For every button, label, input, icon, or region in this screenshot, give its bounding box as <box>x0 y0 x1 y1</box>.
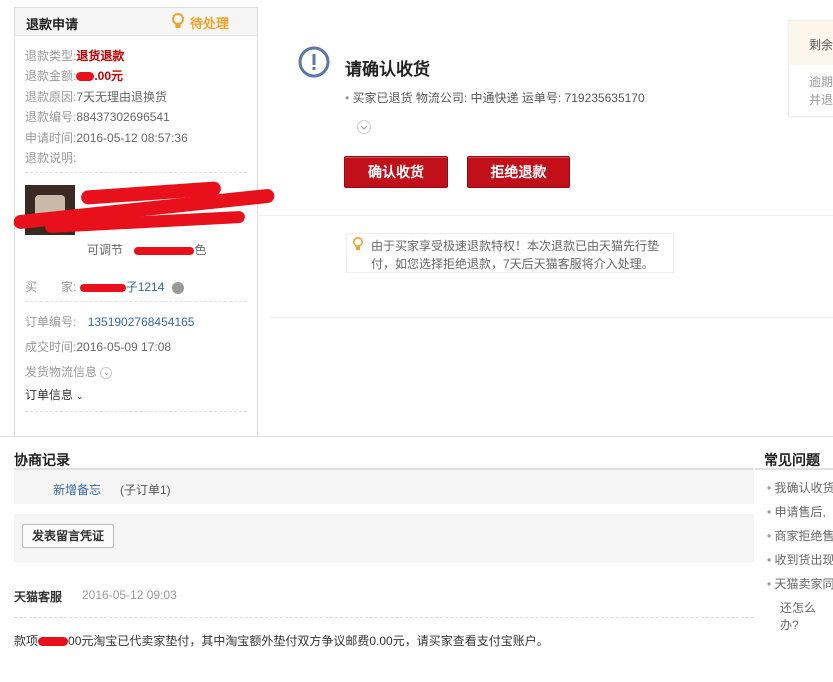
bullet: • <box>345 91 353 105</box>
refund-amount-row: 退款金额: .00元 <box>25 67 123 84</box>
order-number-row: 订单编号: 1351902768454165 <box>25 313 194 330</box>
status-text: 待处理 <box>190 16 230 31</box>
section-divider <box>0 436 833 437</box>
post-message-area: 发表留言凭证 <box>14 514 754 562</box>
refund-type-value: 退货退款 <box>76 49 125 63</box>
logistics-toggle[interactable]: 发货物流信息 ⌄ <box>25 363 113 380</box>
refund-number-row: 退款编号:88437302696541 <box>25 108 170 125</box>
deal-time-value: 2016-05-09 17:08 <box>76 340 172 354</box>
refund-reason-row: 退款原因:7天无理由退换货 <box>25 88 167 105</box>
faq-item[interactable]: 天猫卖家同 <box>767 575 833 592</box>
label: 退款原因: <box>25 90 77 104</box>
refund-amount-value: .00元 <box>94 69 124 83</box>
option-label: 可调节 <box>87 243 124 257</box>
message-prefix: 款项 <box>14 634 39 648</box>
divider <box>25 172 247 173</box>
order-info-toggle[interactable]: 订单信息 ⌄ <box>25 386 84 403</box>
memo-row: 新增备忘 (子订单1) <box>14 470 754 504</box>
refund-type-row: 退款类型:退货退款 <box>25 47 124 64</box>
status-badge: 待处理 <box>172 13 230 32</box>
logistics-label[interactable]: 发货物流信息 <box>25 365 97 379</box>
faq-item[interactable]: 还怎么办? <box>780 599 833 633</box>
product-option: 可调节 色 <box>87 241 206 258</box>
label: 订单编号: <box>25 315 77 329</box>
countdown-note: 逾期 <box>809 75 833 89</box>
label: 买 家: <box>25 280 77 294</box>
refund-desc-row: 退款说明: <box>25 149 76 166</box>
message-body: 款项 00元淘宝已代卖家垫付，其中淘宝额外垫付双方争议邮费0.00元，请买家查看支… <box>14 632 549 649</box>
label: 退款类型: <box>25 49 77 63</box>
tip-text: 由于买家享受极速退款特权！本次退款已由天猫先行垫付，如您选择拒绝退款，7天后天猫… <box>371 239 660 271</box>
redaction <box>79 283 126 292</box>
countdown-label: 剩余 <box>809 38 833 52</box>
shipping-info: • 买家已退货 物流公司: 中通快递 运单号: 719235635170 <box>345 89 645 106</box>
divider <box>258 215 833 216</box>
panel-title: 退款申请 <box>26 17 79 32</box>
message-time: 2016-05-12 09:03 <box>82 588 177 602</box>
faq-item[interactable]: 商家拒绝售 <box>767 527 833 544</box>
refund-reason-value: 7天无理由退换货 <box>76 90 168 104</box>
negotiation-title: 协商记录 <box>14 452 70 468</box>
add-memo-link[interactable]: 新增备忘 <box>53 481 101 498</box>
divider <box>755 468 833 470</box>
option-value: 色 <box>194 243 207 257</box>
countdown-note: 并退 <box>809 93 833 107</box>
memo-suborder: (子订单1) <box>120 483 171 497</box>
exclamation-icon <box>298 46 330 78</box>
reject-refund-button[interactable]: 拒绝退款 <box>467 156 570 188</box>
label: 退款编号: <box>25 110 77 124</box>
shipping-text: 买家已退货 物流公司: 中通快递 运单号: 719235635170 <box>352 91 645 105</box>
message-author: 天猫客服 <box>14 590 63 604</box>
divider <box>25 411 247 412</box>
redaction <box>134 246 195 255</box>
panel-header: 退款申请 待处理 <box>15 8 257 36</box>
buyer-row: 买 家: 子1214 <box>25 278 184 295</box>
label: 成交时间: <box>25 340 77 354</box>
label: 退款金额: <box>25 69 77 83</box>
order-info-label[interactable]: 订单信息 <box>25 388 73 402</box>
confirm-receipt-button[interactable]: 确认收货 <box>344 156 448 188</box>
refund-summary-panel: 退款申请 待处理 退款类型:退货退款 退款金额: .00元 退款原因:7天无理由退… <box>12 7 276 437</box>
label: 申请时间: <box>25 131 77 145</box>
lightbulb-icon <box>172 13 184 28</box>
faq-title: 常见问题 <box>764 452 820 468</box>
faq-item[interactable]: 申请售后, <box>767 503 826 520</box>
chevron-down-icon[interactable]: ⌄ <box>100 366 113 379</box>
countdown-header: 剩余 <box>789 21 833 65</box>
chevron-down-icon[interactable]: ⌄ <box>76 391 84 401</box>
message-text: 00元淘宝已代卖家垫付，其中淘宝额外垫付双方争议邮费0.00元，请买家查看支付宝… <box>68 634 549 648</box>
apply-time-value: 2016-05-12 08:57:36 <box>76 131 188 145</box>
redaction <box>76 72 95 82</box>
order-number-link[interactable]: 1351902768454165 <box>88 315 195 329</box>
chevron-down-icon[interactable] <box>357 120 371 134</box>
post-evidence-button[interactable]: 发表留言凭证 <box>22 524 115 548</box>
faq-item[interactable]: 我确认收货 <box>767 479 833 496</box>
buyer-name-link[interactable]: 子1214 <box>126 280 165 294</box>
label: 退款说明: <box>25 151 77 165</box>
divider <box>14 617 754 618</box>
divider <box>25 301 247 302</box>
redaction <box>38 637 69 647</box>
lightbulb-icon <box>353 237 363 250</box>
page-title: 请确认收货 <box>345 60 430 79</box>
refund-number-value: 88437302696541 <box>76 110 170 124</box>
divider <box>270 317 833 318</box>
tip-box: 由于买家享受极速退款特权！本次退款已由天猫先行垫付，如您选择拒绝退款，7天后天猫… <box>346 233 674 273</box>
countdown-panel: 剩余 逾期 并退 <box>788 20 833 117</box>
apply-time-row: 申请时间:2016-05-12 08:57:36 <box>25 129 188 146</box>
faq-item[interactable]: 收到货出现 <box>767 551 833 568</box>
chat-icon[interactable] <box>171 281 184 294</box>
deal-time-row: 成交时间:2016-05-09 17:08 <box>25 338 171 355</box>
